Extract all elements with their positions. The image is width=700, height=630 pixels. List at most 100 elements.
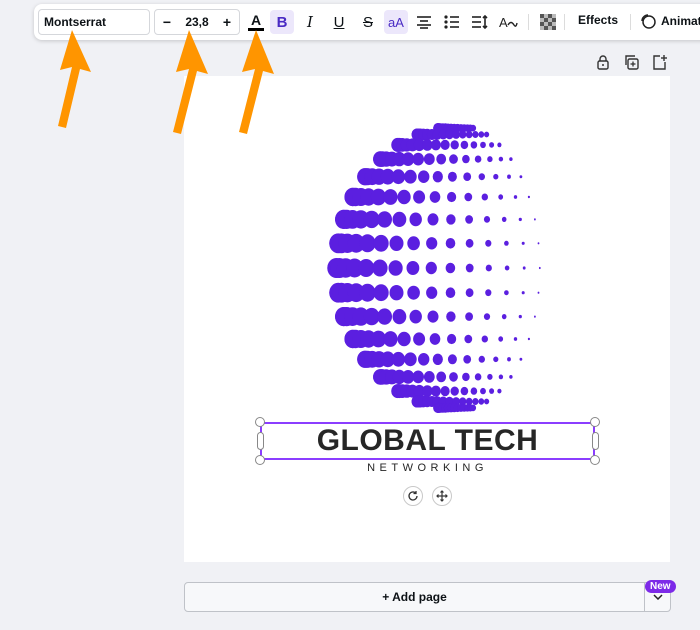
spacing-button[interactable] <box>468 10 492 34</box>
text-style-icon: A <box>499 15 518 30</box>
move-button[interactable] <box>432 486 452 506</box>
halftone-dot <box>440 139 450 150</box>
halftone-dot <box>412 370 424 384</box>
halftone-dot <box>478 173 485 181</box>
halftone-dot <box>537 291 540 294</box>
halftone-dot <box>498 374 504 380</box>
halftone-dot <box>465 238 474 248</box>
halftone-dot <box>397 189 411 205</box>
rotate-icon <box>408 491 418 501</box>
halftone-dot <box>497 142 502 148</box>
halftone-dot <box>469 124 477 132</box>
duplicate-page-button[interactable] <box>623 54 639 70</box>
logo-subtitle-text[interactable]: NETWORKING <box>260 462 595 474</box>
text-effects-style-button[interactable]: A <box>496 10 520 34</box>
halftone-dot <box>465 288 474 298</box>
halftone-dot <box>513 337 518 341</box>
halftone-dot <box>507 357 511 362</box>
halftone-dot <box>497 388 502 394</box>
halftone-dot <box>469 404 477 412</box>
halftone-dot <box>459 130 467 139</box>
halftone-dot <box>447 354 457 365</box>
rotate-button[interactable] <box>403 486 423 506</box>
halftone-dot <box>470 387 478 395</box>
animate-label: Animate <box>661 14 700 28</box>
halftone-dot <box>465 397 473 406</box>
transparency-checker-icon <box>540 14 556 30</box>
halftone-dot <box>430 385 441 397</box>
transparency-button[interactable] <box>536 10 560 34</box>
animate-icon <box>641 14 656 29</box>
halftone-dot <box>489 142 495 148</box>
halftone-dot <box>447 191 457 203</box>
halftone-dot <box>447 171 457 182</box>
halftone-dot <box>498 194 504 200</box>
halftone-dot <box>445 287 456 298</box>
halftone-dot <box>474 373 482 381</box>
halftone-dot <box>407 236 420 251</box>
add-page-button[interactable]: + Add page <box>184 582 645 612</box>
new-badge: New <box>645 580 676 593</box>
halftone-dot <box>487 156 493 163</box>
halftone-dot <box>377 308 392 325</box>
svg-text:A: A <box>499 15 508 30</box>
add-new-page-button[interactable] <box>651 54 667 70</box>
halftone-dot <box>446 214 456 225</box>
logo-title-text[interactable]: GLOBAL TECH <box>260 422 595 460</box>
halftone-dot <box>498 336 504 342</box>
halftone-dot <box>465 263 474 273</box>
halftone-dot <box>481 193 488 201</box>
lock-page-button[interactable] <box>595 54 611 70</box>
halftone-dot <box>534 218 536 221</box>
design-canvas[interactable]: GLOBAL TECH NETWORKING <box>184 76 670 562</box>
halftone-dot <box>485 239 492 247</box>
halftone-dot <box>407 285 420 300</box>
halftone-dot <box>481 335 488 343</box>
halftone-dot <box>436 153 447 165</box>
underline-button[interactable]: U <box>327 10 351 34</box>
halftone-dot <box>464 192 473 202</box>
animate-button[interactable]: Animate <box>640 13 700 29</box>
halftone-dot <box>452 130 461 139</box>
effects-button[interactable]: Effects <box>578 13 618 27</box>
halftone-dot <box>389 285 404 301</box>
halftone-dot <box>429 191 441 203</box>
halftone-dot <box>493 173 499 180</box>
halftone-dot <box>391 169 406 185</box>
halftone-dot <box>504 240 509 246</box>
strikethrough-button[interactable]: S <box>356 10 380 34</box>
halftone-dot <box>465 130 473 139</box>
text-toolbar: Montserrat − 23,8 + A B I U S aA A Effec… <box>34 4 700 40</box>
font-size-input[interactable]: 23,8 <box>179 15 215 29</box>
halftone-dot <box>527 337 530 341</box>
halftone-dot <box>430 139 441 151</box>
duplicate-icon <box>625 55 639 70</box>
halftone-dot <box>436 371 447 383</box>
list-button[interactable] <box>440 10 464 34</box>
toolbar-divider <box>564 14 565 30</box>
halftone-dot <box>478 131 485 138</box>
halftone-dot <box>521 241 525 245</box>
italic-button[interactable]: I <box>298 10 322 34</box>
toolbar-divider <box>630 14 631 30</box>
halftone-dot <box>372 259 388 277</box>
annotation-arrow-icon <box>173 30 208 134</box>
halftone-dot <box>440 386 450 397</box>
letter-case-button[interactable]: aA <box>384 10 408 34</box>
halftone-dot <box>450 140 459 150</box>
halftone-dot <box>460 386 469 396</box>
halftone-dot <box>413 332 426 346</box>
halftone-dot <box>509 157 513 161</box>
annotation-arrow-icon <box>239 30 274 134</box>
halftone-dot <box>483 313 491 320</box>
halftone-dot <box>418 170 430 183</box>
halftone-dot <box>389 235 404 251</box>
halftone-dot <box>522 266 526 270</box>
halftone-dot <box>432 171 443 183</box>
align-button[interactable] <box>412 10 436 34</box>
halftone-dot <box>463 172 472 181</box>
halftone-dot <box>409 309 422 324</box>
halftone-dot <box>472 131 479 138</box>
halftone-dot <box>498 156 504 162</box>
halftone-dot <box>445 262 456 274</box>
